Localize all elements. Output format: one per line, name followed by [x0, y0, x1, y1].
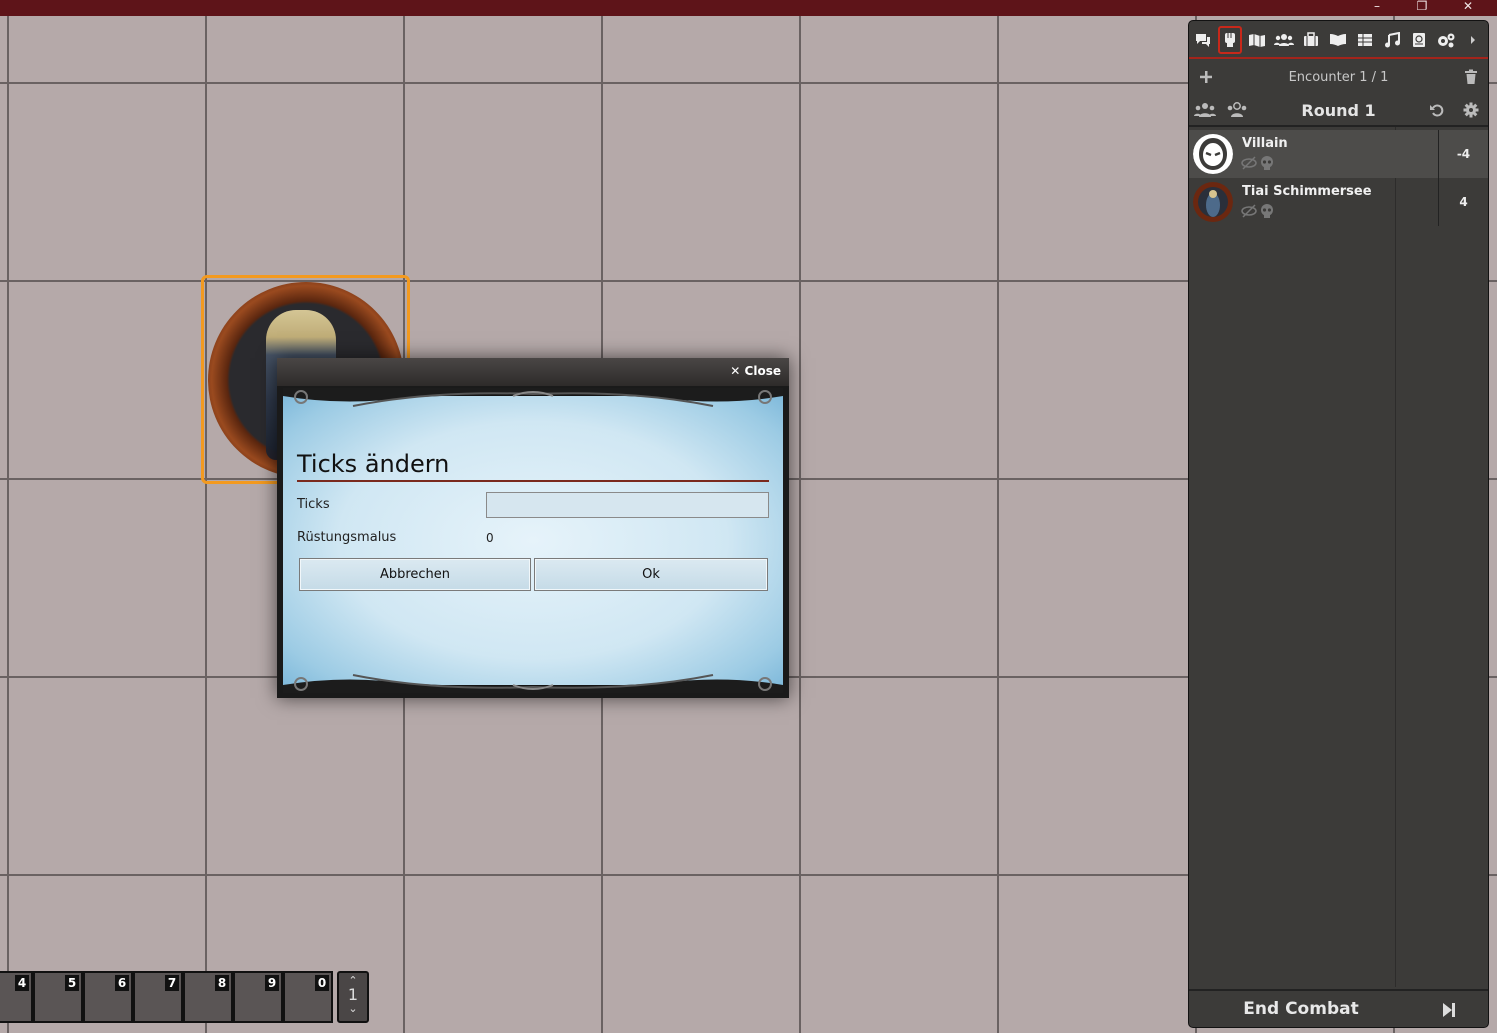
combatant-row-tiai[interactable]: Tiai Schimmersee 4	[1189, 178, 1488, 226]
maximize-button[interactable]: ❐	[1410, 0, 1434, 14]
end-combat-button[interactable]: End Combat	[1189, 999, 1413, 1019]
map-icon	[1249, 34, 1265, 47]
sidebar-divider	[1395, 127, 1396, 987]
eye-slash-icon[interactable]	[1241, 156, 1257, 170]
macro-slot-9[interactable]: 9	[233, 971, 283, 1023]
macro-slot-7[interactable]: 7	[133, 971, 183, 1023]
armor-penalty-value: 0	[486, 531, 494, 545]
combatant-row-villain[interactable]: Villain -4	[1189, 130, 1488, 178]
tab-actors[interactable]	[1272, 26, 1296, 54]
dialog-header: ✕ Close	[277, 358, 789, 386]
users-icon	[1274, 34, 1294, 46]
dialog-body: Ticks ändern Ticks Rüstungsmalus 0 Abbre…	[283, 388, 783, 693]
eye-slash-icon[interactable]	[1241, 204, 1257, 218]
villain-avatar	[1193, 134, 1233, 174]
close-icon: ✕	[730, 364, 741, 378]
gear-icon[interactable]	[1463, 102, 1479, 118]
encounter-counter: Encounter 1 / 1	[1288, 70, 1389, 85]
skull-icon[interactable]	[1259, 204, 1275, 218]
cancel-button[interactable]: Abbrechen	[299, 558, 531, 591]
scroll-ornament-bottom	[283, 674, 783, 693]
tab-playlists[interactable]	[1380, 26, 1404, 54]
next-turn-icon[interactable]	[1442, 1002, 1456, 1018]
encounter-controls: Encounter 1 / 1	[1189, 61, 1488, 95]
undo-icon[interactable]	[1429, 102, 1445, 118]
tab-chat[interactable]	[1191, 26, 1215, 54]
caret-right-icon	[1471, 36, 1475, 44]
combatant-initiative[interactable]: 4	[1438, 178, 1488, 226]
macro-slot-8[interactable]: 8	[183, 971, 233, 1023]
tab-items[interactable]	[1299, 26, 1323, 54]
combatant-name: Tiai Schimmersee	[1242, 184, 1372, 199]
ok-button[interactable]: Ok	[534, 558, 768, 591]
dialog-close-label: Close	[744, 364, 781, 378]
armor-penalty-label: Rüstungsmalus	[297, 530, 397, 545]
combatant-name: Villain	[1242, 136, 1288, 151]
macro-slot-6[interactable]: 6	[83, 971, 133, 1023]
minimize-button[interactable]: –	[1365, 0, 1389, 14]
combatant-controls	[1241, 156, 1275, 170]
chat-icon	[1196, 34, 1210, 47]
sidebar-tabs	[1189, 21, 1488, 59]
combatant-controls	[1241, 204, 1275, 218]
scroll-ornament-top	[283, 388, 783, 407]
ticks-label: Ticks	[297, 497, 330, 512]
tab-combat[interactable]	[1218, 26, 1242, 54]
dialog-title: Ticks ändern	[297, 450, 769, 482]
combatant-initiative[interactable]: -4	[1438, 130, 1488, 178]
chevron-down-icon[interactable]: ⌄	[339, 1003, 367, 1015]
tab-scenes[interactable]	[1245, 26, 1269, 54]
window-titlebar: – ❐ ✕	[0, 0, 1497, 16]
hotbar-page-number: 1	[347, 985, 359, 1004]
tab-journal[interactable]	[1326, 26, 1350, 54]
skull-icon[interactable]	[1259, 156, 1275, 170]
fist-icon	[1225, 33, 1235, 47]
tiai-avatar	[1193, 182, 1233, 222]
suitcase-icon	[1304, 32, 1318, 46]
window-close-button[interactable]: ✕	[1456, 0, 1480, 14]
combat-sidebar: Encounter 1 / 1 Round 1 Villain -4 Tiai …	[1188, 20, 1489, 1028]
ticks-input[interactable]	[486, 492, 769, 518]
tab-settings[interactable]	[1434, 26, 1458, 54]
round-controls: Round 1	[1189, 95, 1488, 127]
cogs-icon	[1438, 33, 1455, 48]
music-icon	[1385, 32, 1400, 48]
table-icon	[1358, 34, 1372, 46]
tab-compendium[interactable]	[1407, 26, 1431, 54]
tab-collapse[interactable]	[1461, 26, 1485, 54]
atlas-icon	[1413, 33, 1425, 47]
dialog-close-button[interactable]: ✕ Close	[730, 364, 781, 378]
end-combat-bar: End Combat	[1189, 989, 1488, 1027]
hotbar-page-control: ⌃ 1 ⌄	[337, 971, 369, 1023]
book-open-icon	[1330, 34, 1346, 46]
macro-slot-0[interactable]: 0	[283, 971, 333, 1023]
trash-icon[interactable]	[1464, 69, 1478, 85]
ticks-dialog: ✕ Close Ticks ändern Ticks Rüstungsmalus…	[277, 358, 789, 698]
tab-tables[interactable]	[1353, 26, 1377, 54]
macro-slot-4[interactable]: 4	[0, 971, 33, 1023]
macro-slot-5[interactable]: 5	[33, 971, 83, 1023]
